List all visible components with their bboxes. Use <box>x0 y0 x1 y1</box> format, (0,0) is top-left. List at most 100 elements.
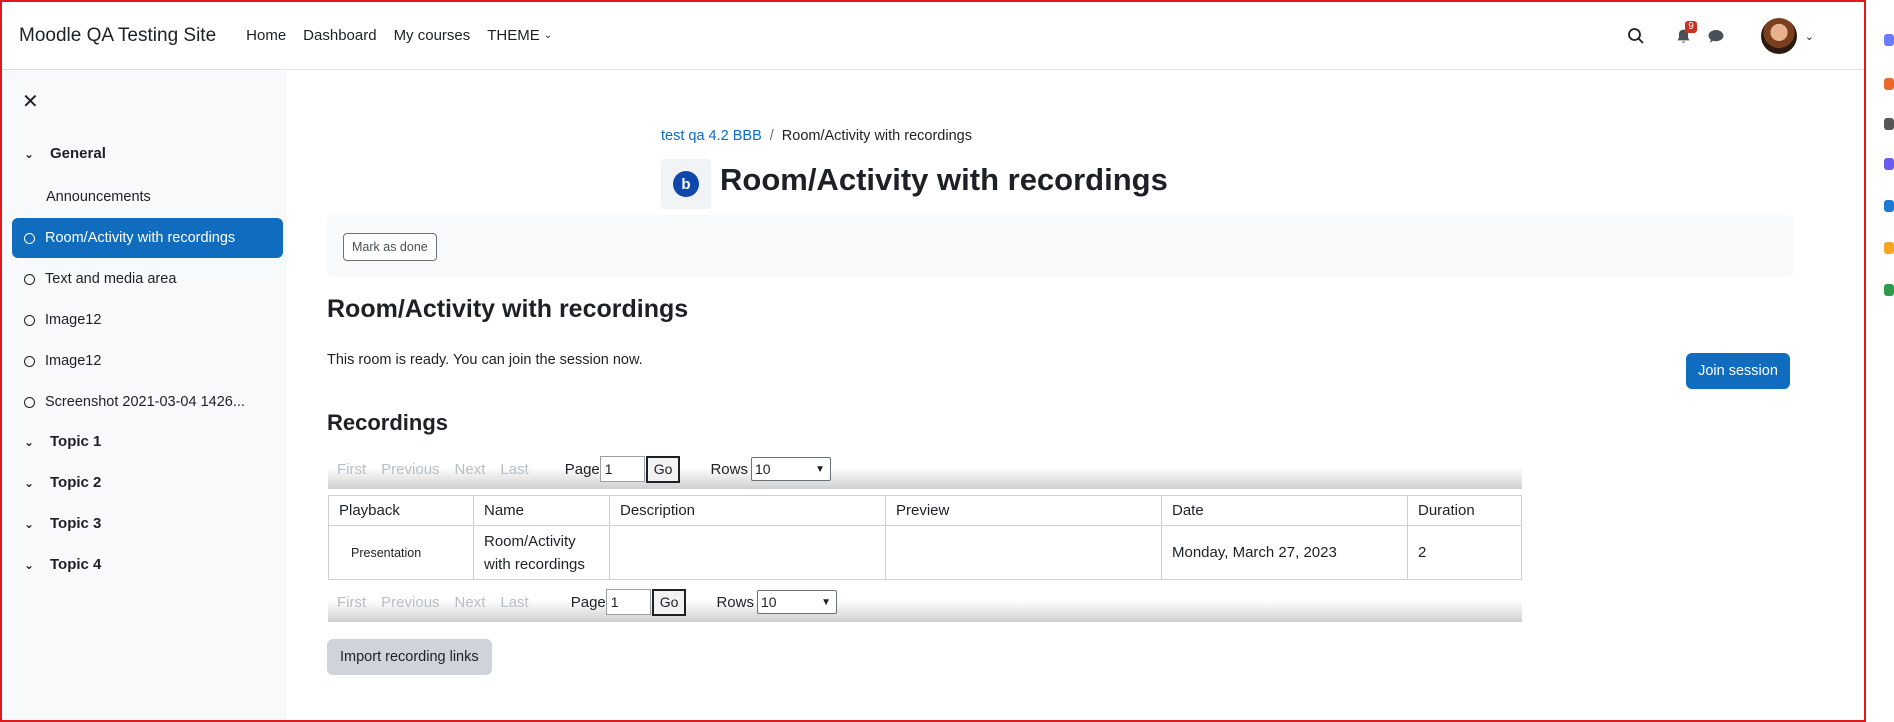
room-heading: Room/Activity with recordings <box>327 295 689 323</box>
chevron-down-icon: ▼ <box>815 463 825 475</box>
section-topic-4[interactable]: ⌄ Topic 4 <box>24 556 101 573</box>
chevron-down-icon[interactable]: ⌄ <box>24 476 36 490</box>
presentation-playback-link[interactable]: Presentation <box>339 546 463 560</box>
browser-side-panel <box>1866 0 1894 722</box>
completion-circle-icon <box>24 396 35 408</box>
pager-page-input[interactable]: 1 <box>605 589 651 615</box>
course-item-announcements[interactable]: Announcements <box>12 177 283 217</box>
recordings-table: Playback Name Description Preview Date D… <box>328 495 1522 580</box>
course-item-label: Announcements <box>46 189 151 205</box>
section-label: Topic 3 <box>50 515 102 532</box>
table-row: Presentation Room/Activity with recordin… <box>328 525 1522 580</box>
notification-count-badge: 9 <box>1685 21 1697 33</box>
section-label: Topic 1 <box>50 433 102 450</box>
pager-go-button[interactable]: Go <box>651 588 687 616</box>
nav-theme-menu[interactable]: THEME ⌄ <box>487 27 552 44</box>
breadcrumb: test qa 4.2 BBB / Room/Activity with rec… <box>661 128 972 144</box>
date-cell: Monday, March 27, 2023 <box>1161 525 1408 580</box>
pager-next-link[interactable]: Next <box>455 461 486 478</box>
pager-rows-select[interactable]: 10 ▼ <box>756 590 837 614</box>
column-header-date[interactable]: Date <box>1161 495 1408 526</box>
course-item-image12[interactable]: Image12 <box>12 300 283 340</box>
description-cell <box>609 525 886 580</box>
section-label: Topic 2 <box>50 474 102 491</box>
chevron-down-icon: ▼ <box>821 596 831 608</box>
preview-cell <box>885 525 1162 580</box>
pager-first-link[interactable]: First <box>337 461 366 478</box>
room-status-text: This room is ready. You can join the ses… <box>327 352 643 368</box>
activity-completion-bar: Mark as done <box>327 215 1794 277</box>
pager-rows-select[interactable]: 10 ▼ <box>750 457 831 481</box>
completion-circle-icon <box>24 314 35 326</box>
notifications-button[interactable]: 9 <box>1669 21 1699 51</box>
section-topic-3[interactable]: ⌄ Topic 3 <box>24 515 101 532</box>
course-item-image12-second[interactable]: Image12 <box>12 341 283 381</box>
course-item-label: Screenshot 2021-03-04 1426... <box>45 394 245 410</box>
top-navbar: Moodle QA Testing Site Home Dashboard My… <box>2 2 1864 70</box>
user-avatar[interactable] <box>1760 18 1797 54</box>
page-title: Room/Activity with recordings <box>720 162 1168 197</box>
column-header-playback[interactable]: Playback <box>328 495 474 526</box>
chevron-down-icon[interactable]: ⌄ <box>24 147 36 161</box>
pager-rows-label: Rows <box>710 460 748 478</box>
section-topic-1[interactable]: ⌄ Topic 1 <box>24 433 101 450</box>
pager-previous-link[interactable]: Previous <box>381 461 439 478</box>
pager-page-label: Page <box>564 460 600 478</box>
chevron-down-icon[interactable]: ⌄ <box>24 517 36 531</box>
duration-cell: 2 <box>1407 525 1522 580</box>
course-item-screenshot[interactable]: Screenshot 2021-03-04 1426... <box>12 382 283 422</box>
section-topic-2[interactable]: ⌄ Topic 2 <box>24 474 101 491</box>
close-drawer-icon[interactable]: ✕ <box>22 89 39 114</box>
pager-go-button[interactable]: Go <box>645 455 681 483</box>
pager-rows-value: 10 <box>760 594 777 610</box>
pager-page-input[interactable]: 1 <box>599 456 645 482</box>
recordings-pager-bottom: First Previous Next Last Page 1 Go Rows … <box>328 582 1522 622</box>
side-app-icon[interactable] <box>1884 78 1894 90</box>
breadcrumb-current: Room/Activity with recordings <box>781 128 972 144</box>
column-header-name[interactable]: Name <box>473 495 610 526</box>
nav-dashboard-link[interactable]: Dashboard <box>303 27 376 44</box>
pager-next-link[interactable]: Next <box>455 594 486 611</box>
column-header-duration[interactable]: Duration <box>1407 495 1522 526</box>
recordings-pager-top: First Previous Next Last Page 1 Go Rows … <box>328 449 1522 489</box>
search-button[interactable] <box>1621 21 1651 51</box>
side-app-icon[interactable] <box>1884 200 1894 212</box>
completion-circle-icon <box>24 273 35 285</box>
messages-button[interactable] <box>1701 21 1731 51</box>
section-label: Topic 4 <box>50 556 102 573</box>
nav-my-courses-link[interactable]: My courses <box>394 27 471 44</box>
bigbluebutton-activity-icon: b <box>661 159 711 209</box>
course-index-drawer: ✕ ⌄ General Announcements Room/Activity … <box>2 71 287 720</box>
site-name[interactable]: Moodle QA Testing Site <box>19 25 216 47</box>
course-item-label: Image12 <box>45 312 102 328</box>
side-app-icon[interactable] <box>1884 242 1894 254</box>
course-item-label: Room/Activity with recordings <box>45 230 236 246</box>
column-header-preview[interactable]: Preview <box>885 495 1162 526</box>
side-app-icon[interactable] <box>1884 284 1894 296</box>
side-app-icon[interactable] <box>1884 158 1894 170</box>
side-app-icon[interactable] <box>1884 118 1894 130</box>
section-general[interactable]: ⌄ General <box>24 145 106 162</box>
pager-last-link[interactable]: Last <box>500 461 528 478</box>
bigbluebutton-icon-letter: b <box>673 171 699 197</box>
join-session-button[interactable]: Join session <box>1686 353 1790 389</box>
pager-first-link[interactable]: First <box>337 594 366 611</box>
breadcrumb-separator: / <box>769 128 774 144</box>
course-item-text-media[interactable]: Text and media area <box>12 259 283 299</box>
playback-cell: Presentation <box>328 525 474 580</box>
pager-last-link[interactable]: Last <box>500 594 528 611</box>
pager-previous-link[interactable]: Previous <box>381 594 439 611</box>
primary-navigation: Home Dashboard My courses THEME ⌄ <box>246 27 569 44</box>
chevron-down-icon[interactable]: ⌄ <box>24 435 36 449</box>
import-recording-links-button[interactable]: Import recording links <box>327 639 492 675</box>
nav-home-link[interactable]: Home <box>246 27 286 44</box>
chevron-down-icon[interactable]: ⌄ <box>24 558 36 572</box>
side-app-icon[interactable] <box>1884 34 1894 46</box>
completion-circle-icon <box>24 355 35 367</box>
course-item-room-activity[interactable]: Room/Activity with recordings <box>12 218 283 258</box>
user-menu-chevron-down-icon[interactable]: ⌄ <box>1805 30 1814 43</box>
mark-as-done-button[interactable]: Mark as done <box>343 233 437 261</box>
browser-frame: Moodle QA Testing Site Home Dashboard My… <box>0 0 1866 722</box>
breadcrumb-course-link[interactable]: test qa 4.2 BBB <box>661 128 762 144</box>
column-header-description[interactable]: Description <box>609 495 886 526</box>
